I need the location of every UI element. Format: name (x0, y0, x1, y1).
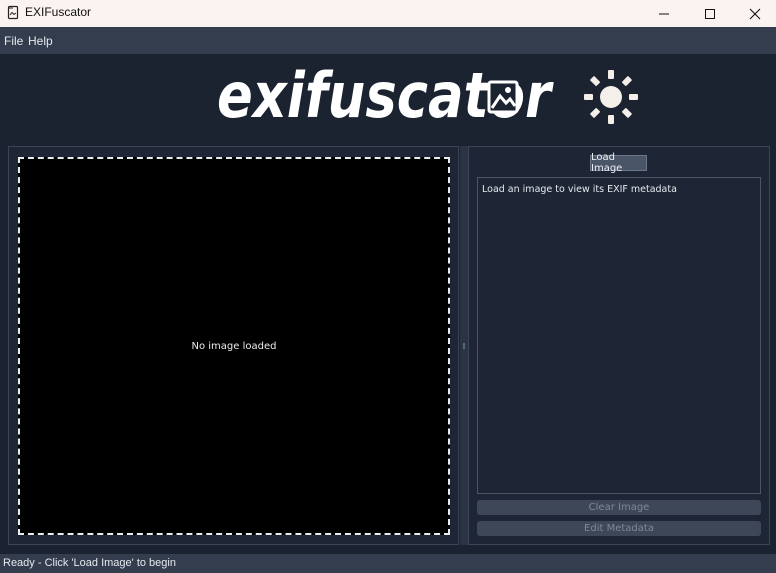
metadata-textarea[interactable]: Load an image to view its EXIF metadata (477, 177, 761, 494)
load-image-button[interactable]: Load Image (590, 152, 647, 174)
menu-bar: File Help (0, 27, 776, 54)
no-image-label: No image loaded (191, 340, 277, 352)
splitter-handle-icon[interactable] (463, 343, 465, 349)
sun-icon[interactable] (582, 68, 640, 126)
close-icon (749, 8, 761, 19)
image-drop-area[interactable]: No image loaded (18, 157, 450, 535)
maximize-button[interactable] (687, 0, 733, 27)
status-bar: Ready - Click 'Load Image' to begin (0, 554, 776, 573)
app-icon (7, 5, 19, 20)
title-bar: EXIFuscator (0, 0, 776, 27)
image-icon (487, 80, 519, 114)
window-title: EXIFuscator (25, 5, 92, 19)
edit-metadata-button[interactable]: Edit Metadata (477, 521, 761, 536)
clear-image-button[interactable]: Clear Image (477, 500, 761, 515)
minimize-button[interactable] (641, 0, 687, 27)
close-button[interactable] (732, 0, 776, 27)
menu-file[interactable]: File (4, 34, 23, 48)
menu-help[interactable]: Help (28, 34, 53, 48)
metadata-text: Load an image to view its EXIF metadata (482, 184, 677, 195)
status-text: Ready - Click 'Load Image' to begin (3, 557, 176, 569)
maximize-icon (705, 8, 715, 19)
minimize-icon (659, 13, 669, 14)
